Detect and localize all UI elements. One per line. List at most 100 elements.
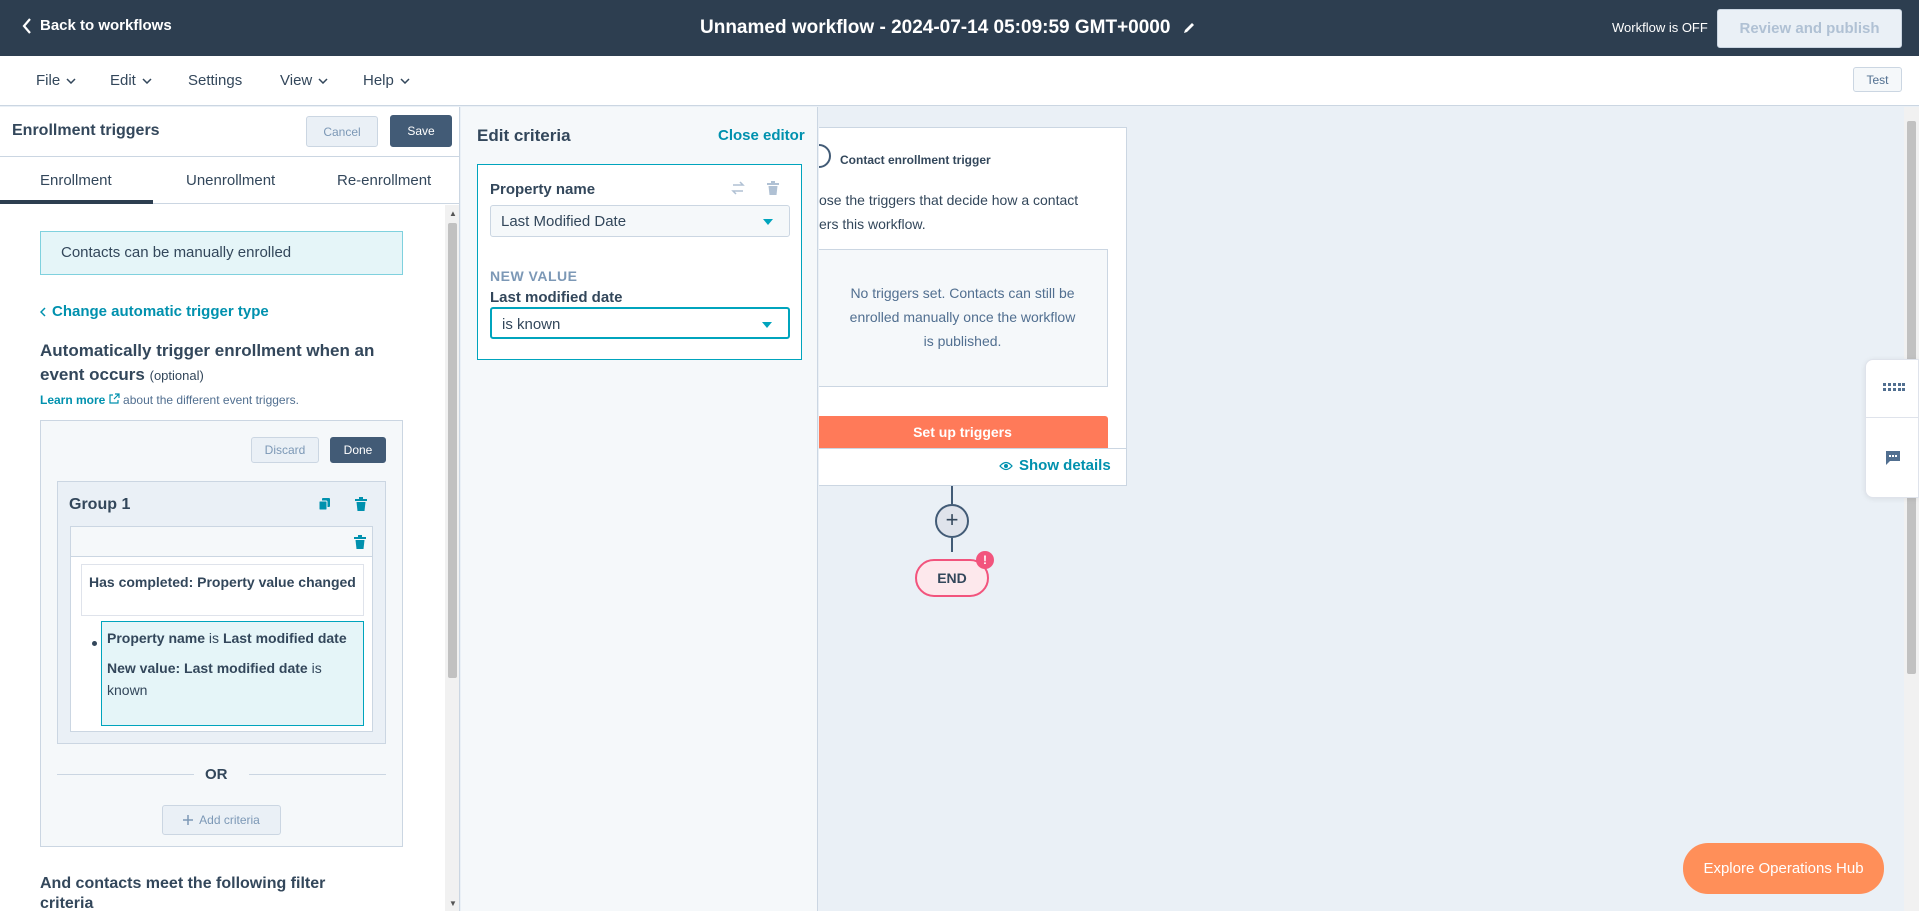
change-trigger-type-link[interactable]: Change automatic trigger type: [40, 303, 269, 320]
chevron-down-icon: [318, 77, 328, 84]
review-and-publish-button[interactable]: Review and publish: [1717, 9, 1902, 48]
enrollment-trigger-card[interactable]: Contact enrollment trigger ose the trigg…: [819, 127, 1127, 486]
warning-badge: !: [976, 551, 994, 569]
property-name-value: Last Modified Date: [501, 213, 627, 230]
external-link-icon: [109, 393, 120, 404]
canvas-scrollbar[interactable]: [1904, 107, 1919, 911]
workflow-title[interactable]: Unnamed workflow - 2024-07-14 05:09:59 G…: [700, 17, 1196, 39]
trash-icon[interactable]: [766, 181, 780, 195]
menu-settings-label: Settings: [188, 72, 243, 89]
back-to-workflows-link[interactable]: Back to workflows: [22, 17, 172, 34]
tab-re-enrollment[interactable]: Re-enrollment: [337, 172, 431, 189]
show-details-label: Show details: [1019, 457, 1111, 474]
menu-settings[interactable]: Settings: [188, 72, 242, 89]
chevron-down-icon: [400, 77, 410, 84]
menu-edit-label: Edit: [110, 72, 136, 89]
show-details-link[interactable]: Show details: [999, 457, 1111, 474]
enrollment-triggers-panel: Enrollment triggers Cancel Save Enrollme…: [0, 107, 460, 911]
event-trigger-box: Discard Done Group 1 Has completed: Prop…: [40, 420, 403, 847]
operator-select[interactable]: is known: [490, 307, 790, 339]
chevron-left-icon: [22, 17, 31, 34]
last-modified-date-label: Last modified date: [490, 289, 623, 306]
workflow-title-text: Unnamed workflow - 2024-07-14 05:09:59 G…: [700, 17, 1171, 38]
criteria-new-value: New value: Last modified date: [107, 660, 308, 676]
panel-header: Enrollment triggers Cancel Save: [0, 107, 459, 157]
trash-icon[interactable]: [354, 497, 368, 511]
learn-more-link[interactable]: Learn more: [40, 393, 120, 407]
workflow-canvas[interactable]: Contact enrollment trigger ose the trigg…: [819, 107, 1904, 911]
explore-operations-hub-button[interactable]: Explore Operations Hub: [1683, 843, 1884, 894]
new-value-label: NEW VALUE: [490, 268, 578, 284]
eye-icon: [999, 461, 1013, 470]
criteria-is: is: [205, 630, 223, 646]
top-bar: Back to workflows Unnamed workflow - 202…: [0, 0, 1919, 56]
dropdown-caret-icon: [763, 219, 773, 225]
add-criteria-button[interactable]: Add criteria: [162, 805, 281, 835]
set-up-triggers-button[interactable]: Set up triggers: [819, 416, 1108, 448]
learn-more-label: Learn more: [40, 393, 106, 407]
add-criteria-label: Add criteria: [199, 813, 260, 827]
scroll-down-arrow[interactable]: ▼: [449, 899, 457, 908]
menu-file[interactable]: File: [36, 72, 76, 89]
criteria-property-value: Last modified date: [222, 630, 347, 646]
menu-help[interactable]: Help: [363, 72, 410, 89]
active-tab-indicator: [0, 200, 153, 204]
criteria-editor-card: Property name Last Modified Date NEW VAL…: [477, 164, 802, 360]
test-button[interactable]: Test: [1853, 67, 1902, 92]
chevron-down-icon: [142, 77, 152, 84]
menu-view[interactable]: View: [280, 72, 328, 89]
no-triggers-line-2: enrolled manually once the workflow: [849, 309, 1076, 325]
menu-help-label: Help: [363, 72, 394, 89]
scrollbar-thumb[interactable]: [448, 223, 457, 678]
panel-title: Enrollment triggers: [12, 122, 160, 139]
menu-view-label: View: [280, 72, 313, 89]
swap-icon[interactable]: [731, 181, 745, 195]
pencil-icon[interactable]: [1182, 21, 1196, 35]
group-title: Group 1: [69, 496, 131, 513]
bullet: [92, 641, 97, 646]
event-type-label[interactable]: Has completed: Property value changed: [81, 564, 364, 616]
trigger-card-description: ose the triggers that decide how a conta…: [819, 188, 1109, 236]
criteria-container: Has completed: Property value changed Pr…: [70, 526, 373, 732]
criteria-property-name: Property name: [107, 630, 206, 646]
discard-button[interactable]: Discard: [251, 437, 319, 463]
criteria-line-2: New value: Last modified date is known: [107, 657, 358, 701]
save-button[interactable]: Save: [390, 115, 452, 147]
no-triggers-line-1: No triggers set. Contacts can still be: [850, 285, 1075, 301]
filter-criteria-heading: And contacts meet the following filter c…: [40, 875, 326, 911]
done-button[interactable]: Done: [330, 437, 386, 463]
scroll-up-arrow[interactable]: ▲: [449, 209, 457, 218]
menu-edit[interactable]: Edit: [110, 72, 152, 89]
trash-icon[interactable]: [353, 535, 367, 549]
learn-more-line: Learn more about the different event tri…: [40, 393, 299, 407]
widget-divider: [1866, 417, 1919, 418]
property-name-select[interactable]: Last Modified Date: [490, 205, 790, 237]
or-divider: OR: [57, 764, 386, 784]
auto-trigger-heading: Automatically trigger enrollment when an…: [40, 339, 410, 388]
learn-more-rest: about the different event triggers.: [123, 393, 299, 407]
change-trigger-label: Change automatic trigger type: [52, 303, 269, 320]
trigger-group: Group 1 Has completed: Property value ch…: [57, 481, 386, 744]
tab-unenrollment[interactable]: Unenrollment: [186, 172, 275, 189]
optional-label: (optional): [149, 368, 204, 383]
trigger-tabs: Enrollment Unenrollment Re-enrollment: [0, 158, 459, 204]
back-label: Back to workflows: [40, 17, 172, 34]
close-editor-link[interactable]: Close editor: [718, 127, 805, 144]
connector-line: [951, 486, 953, 504]
grid-icon[interactable]: [1883, 383, 1905, 393]
selected-criteria[interactable]: Property name is Last modified date New …: [101, 621, 364, 726]
side-widget: [1865, 359, 1919, 498]
criteria-container-header: [71, 527, 372, 557]
left-scrollbar[interactable]: ▲ ▼: [445, 205, 459, 911]
add-action-button[interactable]: +: [935, 504, 969, 538]
chat-icon[interactable]: [1885, 450, 1901, 466]
trigger-node-icon: [819, 144, 831, 168]
connector-line: [951, 538, 953, 552]
cancel-button[interactable]: Cancel: [306, 116, 378, 147]
trigger-card-footer: Show details: [819, 448, 1127, 486]
editor-title: Edit criteria: [477, 126, 571, 145]
menu-file-label: File: [36, 72, 61, 89]
property-name-label: Property name: [490, 181, 596, 198]
copy-icon[interactable]: [318, 497, 332, 511]
tab-enrollment[interactable]: Enrollment: [40, 172, 112, 189]
